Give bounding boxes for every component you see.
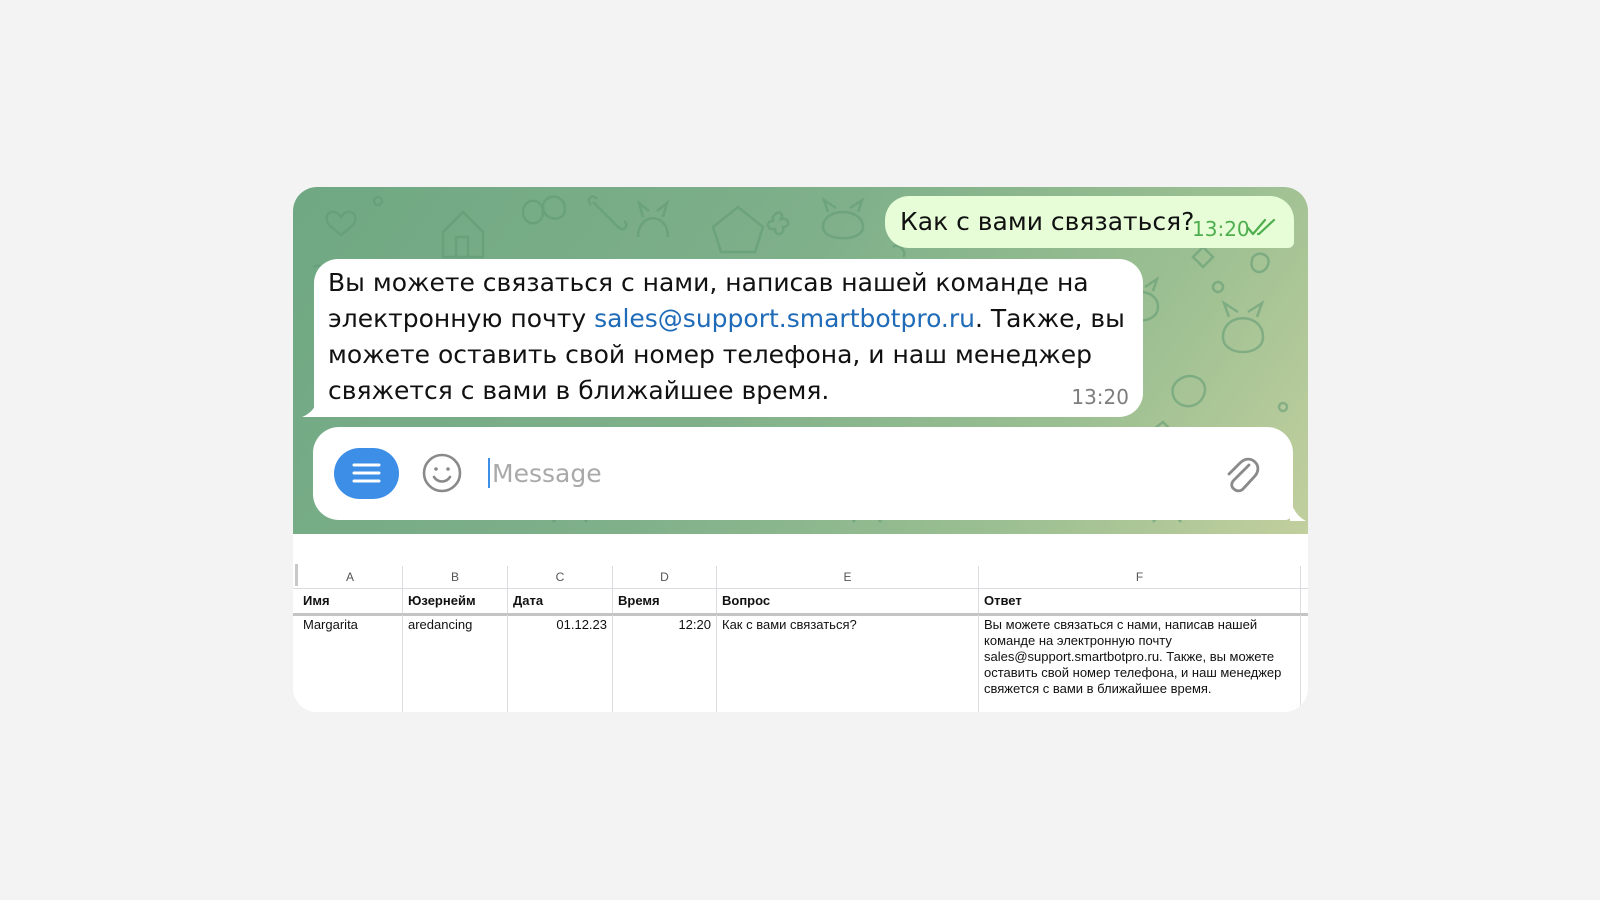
column-letter-c[interactable]: C bbox=[508, 566, 613, 588]
column-letter-d[interactable]: D bbox=[613, 566, 717, 588]
outgoing-message-text: Как с вами связаться? bbox=[900, 207, 1195, 236]
cell-username[interactable]: aredancing bbox=[403, 615, 508, 712]
message-input[interactable] bbox=[492, 451, 1192, 495]
header-answer[interactable]: Ответ bbox=[979, 589, 1301, 613]
column-letter-a[interactable]: A bbox=[298, 566, 403, 588]
header-name[interactable]: Имя bbox=[298, 589, 403, 613]
text-cursor bbox=[488, 458, 490, 488]
header-question[interactable]: Вопрос bbox=[717, 589, 979, 613]
screenshot-card: Как с вами связаться? 13:20 Вы можете св… bbox=[293, 187, 1308, 712]
incoming-message-time: 13:20 bbox=[1071, 385, 1129, 409]
double-check-icon bbox=[1247, 218, 1276, 236]
cell-name[interactable]: Margarita bbox=[298, 615, 403, 712]
header-date[interactable]: Дата bbox=[508, 589, 613, 613]
cell-answer[interactable]: Вы можете связаться с нами, написав наше… bbox=[979, 615, 1301, 712]
incoming-message-text: Вы можете связаться с нами, написав наше… bbox=[328, 265, 1128, 409]
cell-question[interactable]: Как с вами связаться? bbox=[717, 615, 979, 712]
chat-area: Как с вами связаться? 13:20 Вы можете св… bbox=[293, 187, 1308, 534]
incoming-message-bubble[interactable]: Вы можете связаться с нами, написав наше… bbox=[314, 259, 1143, 417]
hamburger-menu-icon bbox=[352, 463, 381, 483]
message-composer bbox=[313, 427, 1293, 520]
composer-tail bbox=[1290, 497, 1306, 521]
cell-time[interactable]: 12:20 bbox=[613, 615, 717, 712]
column-letter-e[interactable]: E bbox=[717, 566, 979, 588]
outgoing-message-time: 13:20 bbox=[1192, 217, 1250, 241]
column-letter-b[interactable]: B bbox=[403, 566, 508, 588]
header-username[interactable]: Юзернейм bbox=[403, 589, 508, 613]
incoming-bubble-tail bbox=[302, 393, 324, 417]
outgoing-message-bubble[interactable]: Как с вами связаться? 13:20 bbox=[885, 196, 1294, 248]
smiley-icon[interactable] bbox=[421, 452, 463, 494]
bot-menu-button[interactable] bbox=[334, 448, 399, 499]
spreadsheet: A B C D E F Имя Юзернейм Дата Время Вопр… bbox=[293, 534, 1308, 712]
paperclip-icon[interactable] bbox=[1221, 453, 1261, 495]
header-time[interactable]: Время bbox=[613, 589, 717, 613]
cell-date[interactable]: 01.12.23 bbox=[508, 615, 613, 712]
column-letter-f[interactable]: F bbox=[979, 566, 1301, 588]
email-link[interactable]: sales@support.smartbotpro.ru bbox=[594, 304, 975, 333]
